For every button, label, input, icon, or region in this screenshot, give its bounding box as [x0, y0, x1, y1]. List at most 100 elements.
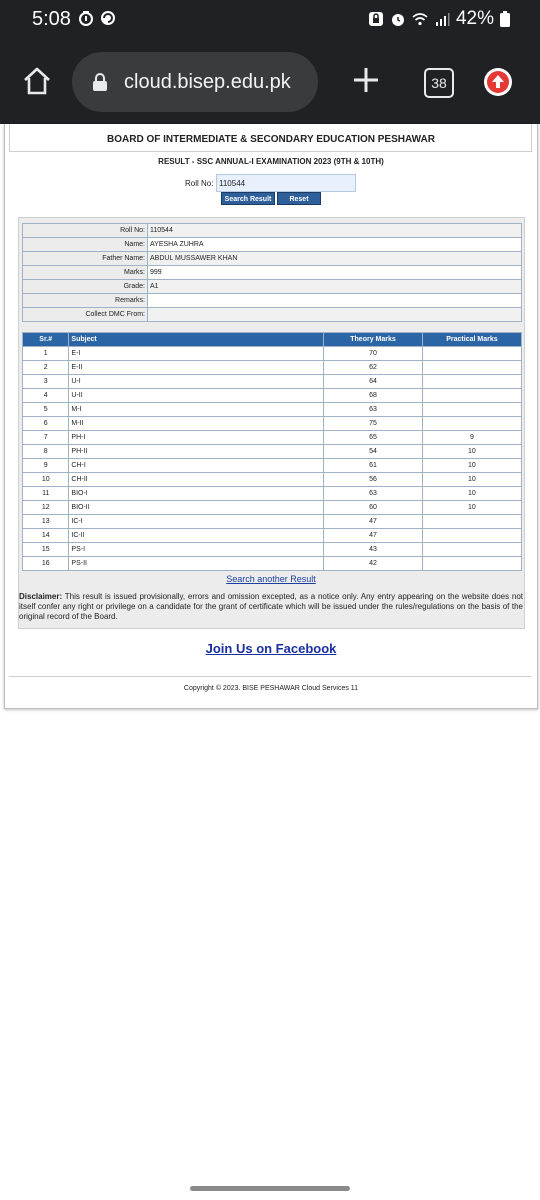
table-row: 15 PS-I 43	[21, 542, 523, 557]
cell-theory: 63	[323, 402, 423, 417]
battery-icon	[500, 11, 510, 27]
cell-subject: PS-I	[68, 542, 325, 557]
tab-switcher-button[interactable]: 38	[424, 68, 454, 98]
table-row: 14 IC-II 47	[21, 528, 523, 543]
info-row: Roll No: 110544	[22, 223, 522, 238]
result-title: RESULT - SSC ANNUAL-I EXAMINATION 2023 (…	[158, 157, 384, 166]
facebook-link[interactable]: Join Us on Facebook	[5, 641, 537, 656]
cell-subject: U-I	[68, 374, 325, 389]
cell-practical: 10	[421, 500, 523, 515]
roll-no-input[interactable]: 110544	[216, 174, 356, 192]
cell-theory: 75	[323, 416, 423, 431]
address-bar[interactable]: cloud.bisep.edu.pk	[72, 52, 318, 112]
info-row: Name: AYESHA ZUHRA	[22, 237, 522, 252]
info-row: Marks: 999	[22, 265, 522, 280]
url-text: cloud.bisep.edu.pk	[124, 70, 291, 93]
header-sr: Sr.#	[21, 332, 70, 347]
info-label: Marks:	[22, 265, 148, 280]
header-subject: Subject	[68, 332, 325, 347]
disclaimer: Disclaimer: This result is issued provis…	[19, 592, 523, 622]
disclaimer-label: Disclaimer:	[19, 592, 63, 601]
new-tab-plus-icon[interactable]	[352, 66, 380, 94]
table-row: 12 BIO-II 60 10	[21, 500, 523, 515]
cell-subject: CH-I	[68, 458, 325, 473]
search-another-link[interactable]: Search another Result	[5, 574, 537, 584]
table-row: 6 M-II 75	[21, 416, 523, 431]
cell-sr: 16	[21, 556, 70, 571]
cell-theory: 43	[323, 542, 423, 557]
status-right: 42%	[368, 8, 510, 30]
cell-sr: 7	[21, 430, 70, 445]
cell-subject: M-I	[68, 402, 325, 417]
search-result-button[interactable]: Search Result	[221, 192, 275, 205]
cell-practical	[421, 514, 523, 529]
cell-practical	[421, 556, 523, 571]
table-row: 5 M-I 63	[21, 402, 523, 417]
update-button[interactable]	[484, 68, 512, 96]
info-value: ABDUL MUSSAWER KHAN	[147, 251, 522, 266]
cell-practical: 10	[421, 444, 523, 459]
table-row: 9 CH-I 61 10	[21, 458, 523, 473]
cell-theory: 47	[323, 514, 423, 529]
arrow-up-icon	[487, 71, 509, 93]
cell-subject: IC-II	[68, 528, 325, 543]
table-row: 8 PH-II 54 10	[21, 444, 523, 459]
cell-subject: BIO-I	[68, 486, 325, 501]
info-row: Grade: A1	[22, 279, 522, 294]
info-label: Grade:	[22, 279, 148, 294]
cell-sr: 10	[21, 472, 70, 487]
status-time: 5:08	[32, 8, 71, 30]
board-title: BOARD OF INTERMEDIATE & SECONDARY EDUCAT…	[107, 134, 435, 145]
gesture-nav-handle[interactable]	[190, 1186, 350, 1191]
table-row: 4 U-II 68	[21, 388, 523, 403]
cell-practical	[421, 346, 523, 361]
signal-icon	[435, 13, 450, 26]
cell-theory: 61	[323, 458, 423, 473]
cell-subject: IC-I	[68, 514, 325, 529]
table-row: 3 U-I 64	[21, 374, 523, 389]
table-row: 16 PS-II 42	[21, 556, 523, 571]
cell-theory: 56	[323, 472, 423, 487]
info-value: AYESHA ZUHRA	[147, 237, 522, 252]
cell-practical	[421, 416, 523, 431]
cell-sr: 5	[21, 402, 70, 417]
cell-sr: 6	[21, 416, 70, 431]
cell-subject: M-II	[68, 416, 325, 431]
info-row: Father Name: ABDUL MUSSAWER KHAN	[22, 251, 522, 266]
student-info-table: Roll No: 110544 Name: AYESHA ZUHRA Father Na…	[22, 223, 522, 322]
cell-subject: PH-II	[68, 444, 325, 459]
info-label: Roll No:	[22, 223, 148, 238]
table-row: 13 IC-I 47	[21, 514, 523, 529]
cell-theory: 42	[323, 556, 423, 571]
messaging-notification-icon	[101, 11, 115, 25]
cell-sr: 2	[21, 360, 70, 375]
browser-toolbar: cloud.bisep.edu.pk 38	[0, 40, 540, 124]
cell-subject: PS-II	[68, 556, 325, 571]
table-row: 10 CH-II 56 10	[21, 472, 523, 487]
app-notification-icon	[79, 11, 93, 26]
reset-button[interactable]: Reset	[277, 192, 321, 205]
cell-sr: 13	[21, 514, 70, 529]
cell-practical	[421, 360, 523, 375]
cell-theory: 65	[323, 430, 423, 445]
result-page: BOARD OF INTERMEDIATE & SECONDARY EDUCAT…	[4, 124, 538, 709]
info-label: Collect DMC From:	[22, 307, 148, 322]
home-icon[interactable]	[22, 66, 52, 96]
cell-subject: PH-I	[68, 430, 325, 445]
cell-practical: 10	[421, 472, 523, 487]
info-row: Collect DMC From:	[22, 307, 522, 322]
cell-practical	[421, 374, 523, 389]
cell-sr: 8	[21, 444, 70, 459]
status-bar: 5:08 42%	[0, 0, 540, 40]
divider	[9, 676, 531, 677]
header-practical: Practical Marks	[421, 332, 523, 347]
info-value: 110544	[147, 223, 522, 238]
marks-table: Sr.# Subject Theory Marks Practical Mark…	[21, 332, 523, 571]
cell-theory: 70	[323, 346, 423, 361]
info-label: Remarks:	[22, 293, 148, 308]
copyright: Copyright © 2023. BISE PESHAWAR Cloud Se…	[183, 685, 359, 692]
cell-sr: 3	[21, 374, 70, 389]
cell-practical: 10	[421, 486, 523, 501]
table-row: 11 BIO-I 63 10	[21, 486, 523, 501]
status-left-icons	[78, 10, 116, 26]
